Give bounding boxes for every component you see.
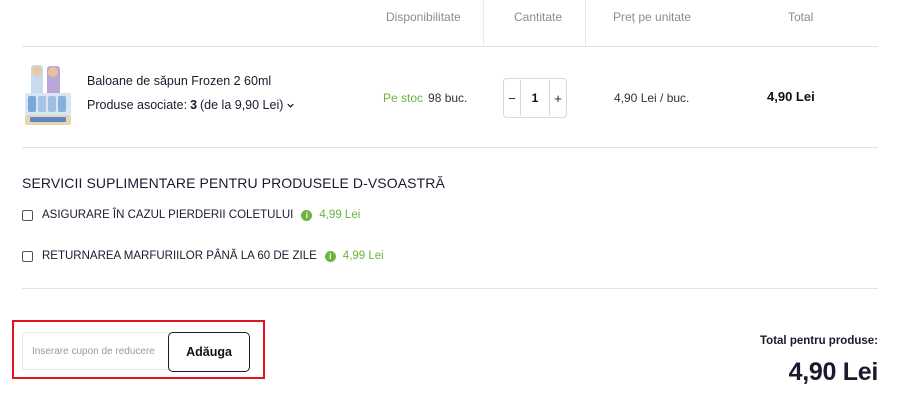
divider: [585, 0, 586, 46]
header-availability: Disponibilitate: [386, 10, 461, 24]
info-icon[interactable]: i: [301, 209, 313, 221]
service-item-returns[interactable]: RETURNAREA MARFURIILOR PÂNĂ LA 60 DE ZIL…: [22, 250, 384, 262]
associated-products-price: (de la 9,90 Lei): [200, 98, 284, 112]
divider: [22, 46, 878, 47]
header-unit-price: Preț pe unitate: [613, 10, 692, 24]
summary-total: 4,90 Lei: [788, 358, 879, 386]
service-returns-checkbox[interactable]: [22, 250, 33, 262]
divider: [22, 288, 878, 289]
coupon-apply-button[interactable]: Adăuga: [168, 332, 250, 372]
divider: [483, 0, 484, 46]
quantity-input[interactable]: 1: [520, 80, 550, 116]
info-icon[interactable]: i: [324, 250, 336, 262]
service-price: 4,99 Lei: [342, 250, 384, 262]
associated-products-toggle[interactable]: Produse asociate: 3 (de la 9,90 Lei): [87, 98, 295, 112]
header-total: Total: [788, 10, 814, 24]
divider: [22, 147, 878, 148]
header-quantity: Cantitate: [514, 10, 563, 24]
chevron-down-icon: [287, 103, 295, 108]
associated-products-label: Produse asociate:: [87, 98, 188, 112]
service-insurance-checkbox[interactable]: [22, 209, 33, 221]
line-total: 4,90 Lei: [767, 89, 815, 104]
services-title: SERVICII SUPLIMENTARE PENTRU PRODUSELE D…: [22, 175, 445, 191]
stock-info: Pe stoc 98 buc.: [383, 91, 467, 105]
service-price: 4,99 Lei: [319, 209, 361, 221]
stock-status: Pe stoc: [383, 91, 424, 105]
coupon-input[interactable]: Inserare cupon de reducere: [22, 332, 172, 370]
service-label: RETURNAREA MARFURIILOR PÂNĂ LA 60 DE ZIL…: [42, 250, 317, 262]
summary-label: Total pentru produse:: [760, 335, 878, 347]
product-thumbnail[interactable]: [22, 63, 74, 127]
stock-quantity: 98 buc.: [428, 91, 468, 105]
product-name-link[interactable]: Baloane de săpun Frozen 2 60ml: [87, 74, 271, 88]
product-thumbnail-icon: [22, 63, 74, 127]
associated-products-count: 3: [190, 98, 198, 112]
unit-price: 4,90 Lei / buc.: [614, 91, 690, 105]
quantity-decrease-button[interactable]: −: [504, 80, 520, 116]
service-item-insurance[interactable]: ASIGURARE ÎN CAZUL PIERDERII COLETULUI i…: [22, 209, 360, 221]
quantity-stepper: − 1 +: [503, 78, 567, 118]
service-label: ASIGURARE ÎN CAZUL PIERDERII COLETULUI: [42, 209, 294, 221]
quantity-increase-button[interactable]: +: [550, 80, 566, 116]
